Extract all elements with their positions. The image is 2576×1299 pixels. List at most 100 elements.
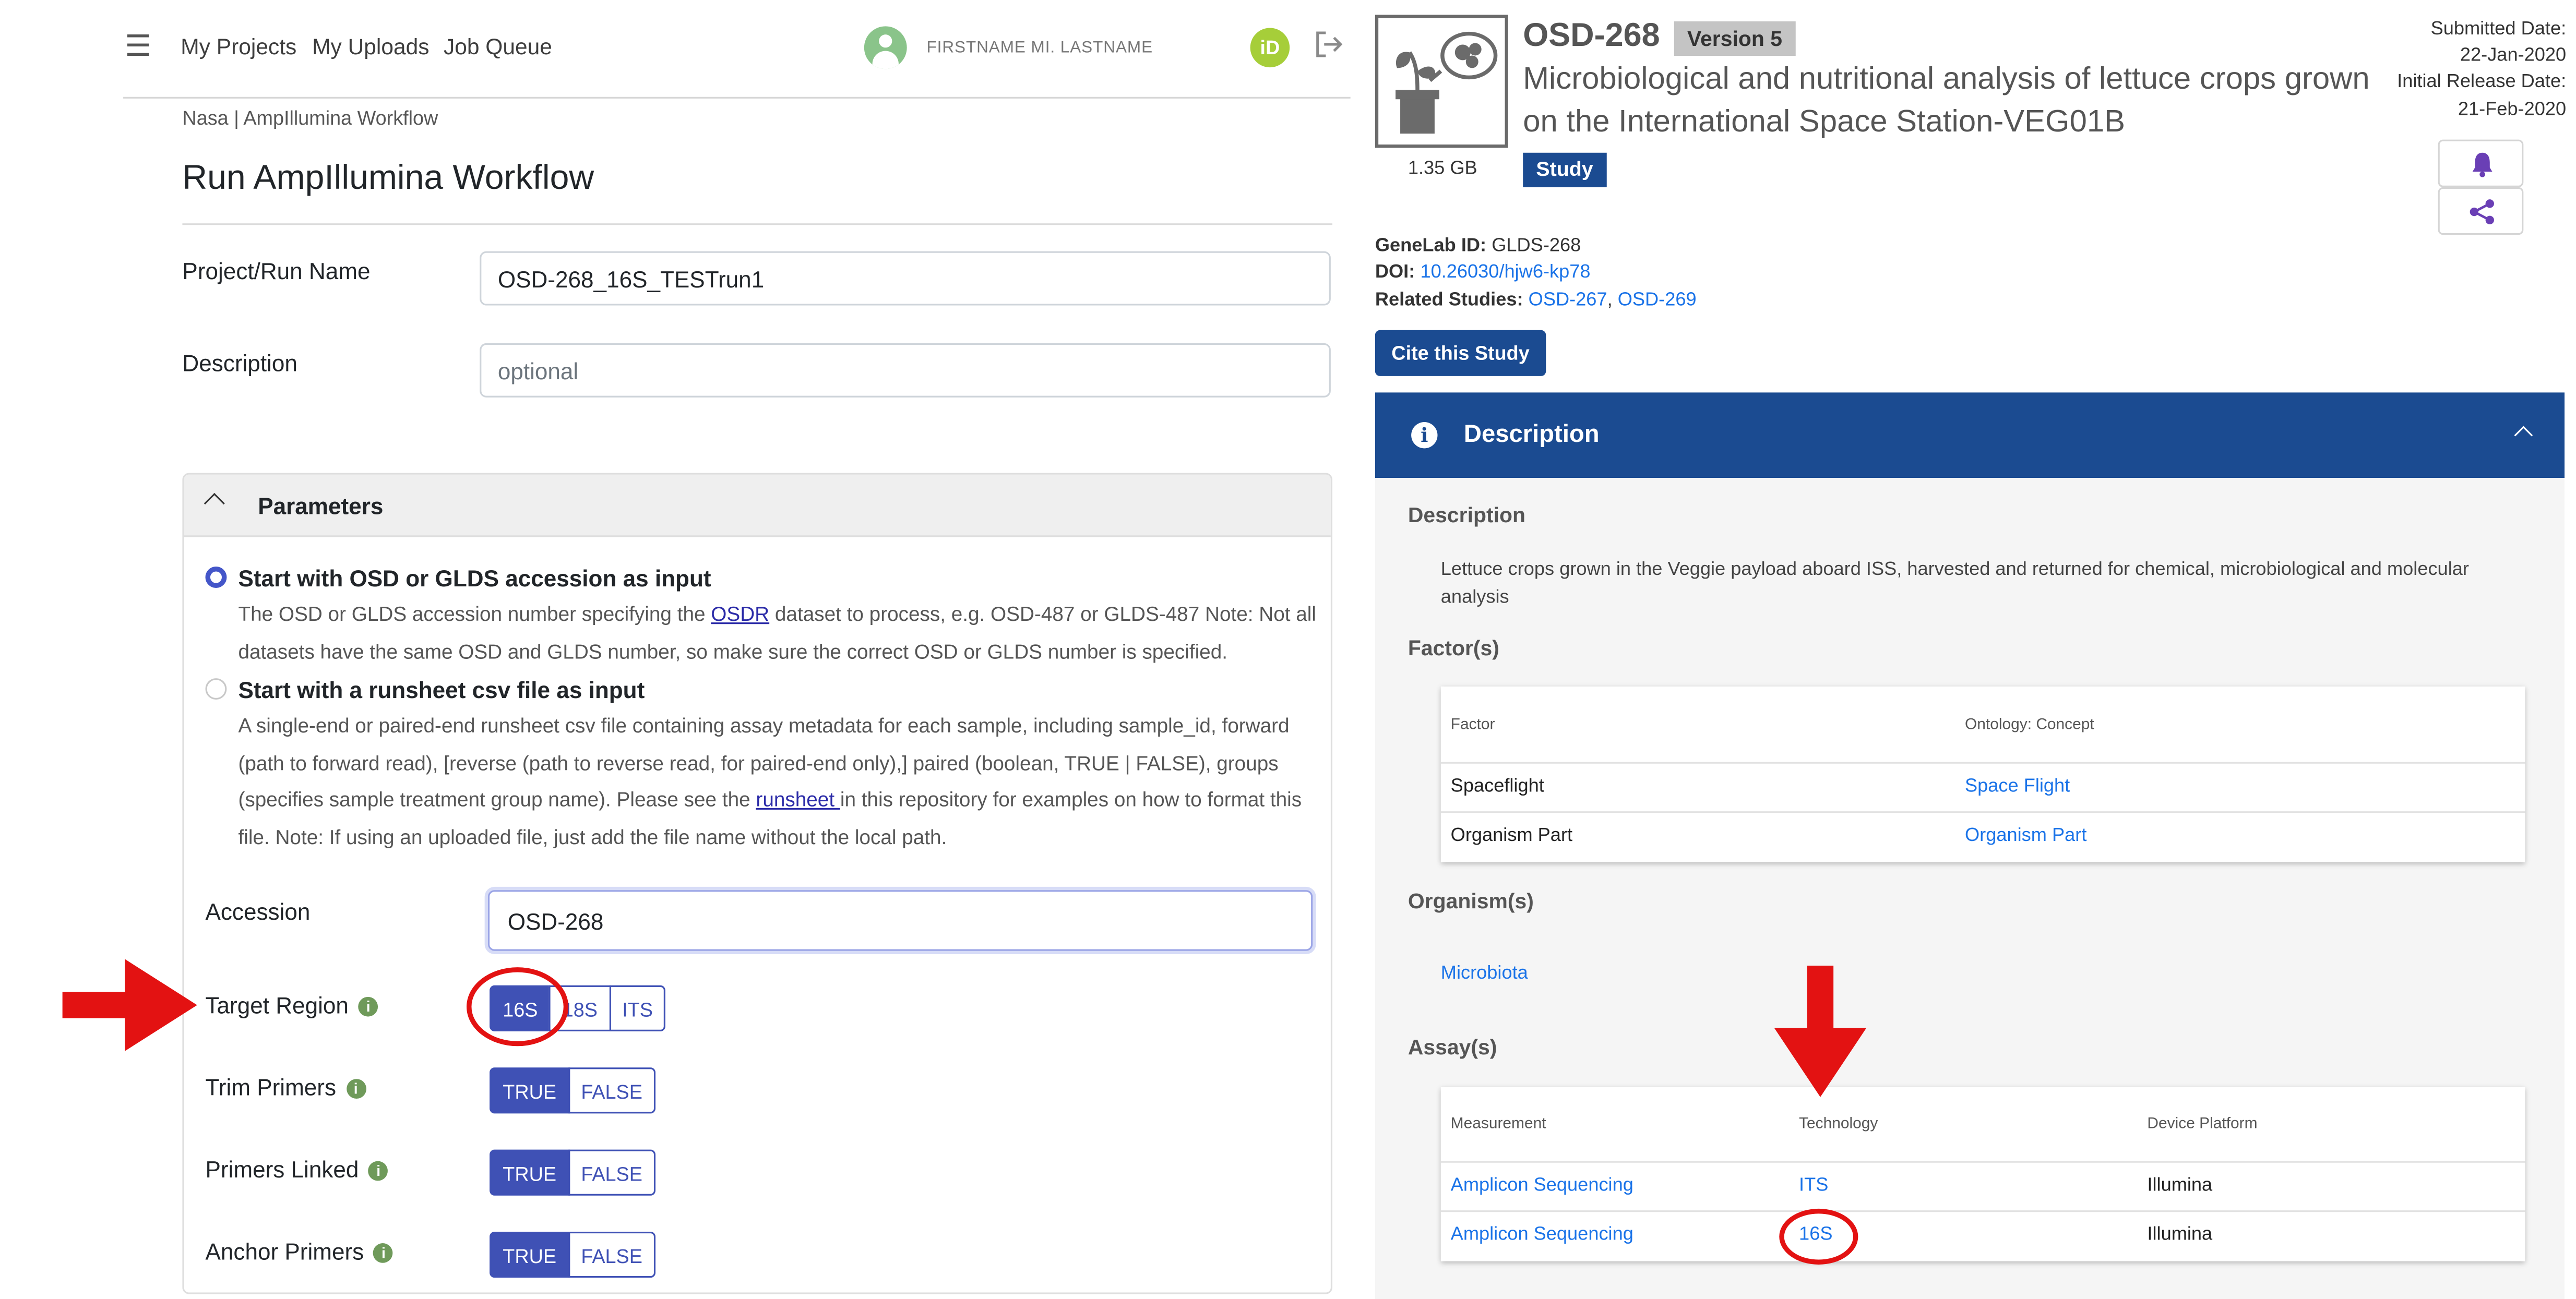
doi-link[interactable]: 10.26030/hjw6-kp78 xyxy=(1420,263,1590,283)
red-arrow-right-icon xyxy=(62,959,197,1051)
info-icon[interactable]: i xyxy=(358,997,378,1017)
genelab-id-line: GeneLab ID: GLDS-268 xyxy=(1375,236,1581,257)
navbar-divider xyxy=(123,97,1351,99)
option-accession-description: The OSD or GLDS accession number specify… xyxy=(238,603,1317,663)
option-runsheet-description: A single-end or paired-end runsheet csv … xyxy=(238,714,1302,848)
technology-link[interactable]: ITS xyxy=(1799,1176,1828,1196)
project-name-label: Project/Run Name xyxy=(182,258,371,284)
hamburger-icon[interactable]: ☰ xyxy=(125,31,154,61)
measurement-link[interactable]: Amplicon Sequencing xyxy=(1451,1225,1633,1245)
platform-cell: Illumina xyxy=(2147,1225,2213,1245)
notify-button[interactable] xyxy=(2438,139,2524,187)
factors-table: Factor Ontology: Concept Spaceflight Spa… xyxy=(1440,686,2525,862)
description-accordion-header[interactable]: i Description xyxy=(1375,392,2565,478)
doi-line: DOI: 10.26030/hjw6-kp78 xyxy=(1375,262,1591,283)
nav-my-uploads[interactable]: My Uploads xyxy=(312,34,429,59)
primers-linked-toggle: TRUE FALSE xyxy=(490,1149,656,1196)
share-button[interactable] xyxy=(2438,187,2524,235)
parameters-header[interactable]: Parameters xyxy=(184,474,1331,537)
trim-primers-true[interactable]: TRUE xyxy=(490,1067,570,1114)
factor-cell: Organism Part xyxy=(1450,826,1573,846)
info-circle-icon: i xyxy=(1411,422,1438,449)
release-date: 21-Feb-2020 xyxy=(2458,99,2567,119)
target-region-label: Target Region i xyxy=(206,992,378,1018)
logout-icon[interactable] xyxy=(1313,28,1345,61)
row-divider xyxy=(1440,811,2525,813)
top-navbar: ☰ My Projects My Uploads Job Queue FIRST… xyxy=(0,0,1351,99)
cite-study-button[interactable]: Cite this Study xyxy=(1375,330,1546,376)
factors-heading: Factor(s) xyxy=(1408,635,1499,660)
study-size: 1.35 GB xyxy=(1408,159,1477,179)
organism-link[interactable]: Microbiota xyxy=(1441,964,1528,984)
related-study-link[interactable]: OSD-269 xyxy=(1618,291,1697,310)
accession-input[interactable] xyxy=(487,890,1313,951)
primers-linked-false[interactable]: FALSE xyxy=(568,1149,656,1196)
platform-cell: Illumina xyxy=(2147,1175,2213,1196)
info-icon[interactable]: i xyxy=(374,1243,393,1264)
primers-linked-label: Primers Linked i xyxy=(206,1156,389,1183)
nav-job-queue[interactable]: Job Queue xyxy=(444,34,552,59)
info-icon[interactable]: i xyxy=(368,1161,389,1182)
description-subheading: Description xyxy=(1408,502,1525,527)
chevron-up-icon[interactable] xyxy=(2514,426,2533,445)
annotation-circle-16s xyxy=(467,967,569,1047)
radio-accession-input[interactable] xyxy=(205,567,227,588)
runsheet-link[interactable]: runsheet xyxy=(756,788,840,811)
genelab-id: GLDS-268 xyxy=(1492,236,1581,257)
info-icon[interactable]: i xyxy=(345,1079,366,1099)
measurement-column-header: Measurement xyxy=(1450,1115,1546,1134)
concept-column-header: Ontology: Concept xyxy=(1965,716,2094,735)
description-header-title: Description xyxy=(1463,420,1600,449)
assays-heading: Assay(s) xyxy=(1408,1035,1497,1060)
description-text: Lettuce crops grown in the Veggie payloa… xyxy=(1440,560,2469,607)
anchor-primers-label: Anchor Primers i xyxy=(206,1238,393,1265)
assays-table: Measurement Technology Device Platform A… xyxy=(1440,1087,2525,1261)
concept-link[interactable]: Space Flight xyxy=(1965,777,2070,797)
page-title: Run AmpIllumina Workflow xyxy=(182,159,594,197)
factor-cell: Spaceflight xyxy=(1450,777,1544,797)
option-runsheet-title[interactable]: Start with a runsheet csv file as input xyxy=(238,677,645,703)
chevron-up-icon[interactable] xyxy=(204,492,225,514)
study-type-badge: Study xyxy=(1523,152,1606,187)
annotation-circle-16s-technology xyxy=(1779,1208,1858,1265)
study-title: Microbiological and nutritional analysis… xyxy=(1523,62,2370,140)
technology-column-header: Technology xyxy=(1799,1115,1878,1134)
study-dates: Submitted Date: 22-Jan-2020 Initial Rele… xyxy=(2369,16,2566,123)
factor-column-header: Factor xyxy=(1450,716,1495,735)
organisms-heading: Organism(s) xyxy=(1408,888,1534,913)
user-name[interactable]: FIRSTNAME MI. LASTNAME xyxy=(926,40,1153,58)
platform-column-header: Device Platform xyxy=(2147,1115,2258,1134)
submitted-date-label: Submitted Date: xyxy=(2430,19,2567,40)
trim-primers-toggle: TRUE FALSE xyxy=(490,1067,656,1114)
row-divider xyxy=(1440,762,2525,764)
description-input[interactable] xyxy=(480,343,1331,398)
breadcrumb: Nasa | AmpIllumina Workflow xyxy=(182,106,438,130)
anchor-primers-false[interactable]: FALSE xyxy=(568,1232,656,1278)
anchor-primers-toggle: TRUE FALSE xyxy=(490,1232,656,1278)
user-avatar-icon[interactable] xyxy=(864,26,907,69)
radio-runsheet-input[interactable] xyxy=(205,678,227,700)
row-divider xyxy=(1440,1210,2525,1212)
nav-my-projects[interactable]: My Projects xyxy=(181,34,296,59)
red-arrow-down-icon xyxy=(1774,966,1867,1097)
study-plant-icon xyxy=(1375,15,1508,148)
related-study-link[interactable]: OSD-267 xyxy=(1529,291,1607,310)
option-accession-title[interactable]: Start with OSD or GLDS accession as inpu… xyxy=(238,565,711,591)
anchor-primers-true[interactable]: TRUE xyxy=(490,1232,570,1278)
row-divider xyxy=(1440,1161,2525,1163)
screenshot-stage: ☰ My Projects My Uploads Job Queue FIRST… xyxy=(0,0,2576,1299)
osdr-link[interactable]: OSDR xyxy=(711,603,769,626)
orcid-icon[interactable]: iD xyxy=(1250,28,1290,68)
trim-primers-label: Trim Primers i xyxy=(206,1074,366,1100)
target-region-its[interactable]: ITS xyxy=(609,985,666,1031)
version-badge[interactable]: Version 5 xyxy=(1674,21,1796,56)
parameters-title: Parameters xyxy=(258,492,384,519)
submitted-date: 22-Jan-2020 xyxy=(2460,46,2567,66)
project-name-input[interactable] xyxy=(480,251,1331,306)
share-icon xyxy=(2470,199,2494,225)
trim-primers-false[interactable]: FALSE xyxy=(568,1067,656,1114)
primers-linked-true[interactable]: TRUE xyxy=(490,1149,570,1196)
accession-label: Accession xyxy=(205,898,311,925)
measurement-link[interactable]: Amplicon Sequencing xyxy=(1451,1176,1633,1196)
concept-link[interactable]: Organism Part xyxy=(1965,826,2086,846)
